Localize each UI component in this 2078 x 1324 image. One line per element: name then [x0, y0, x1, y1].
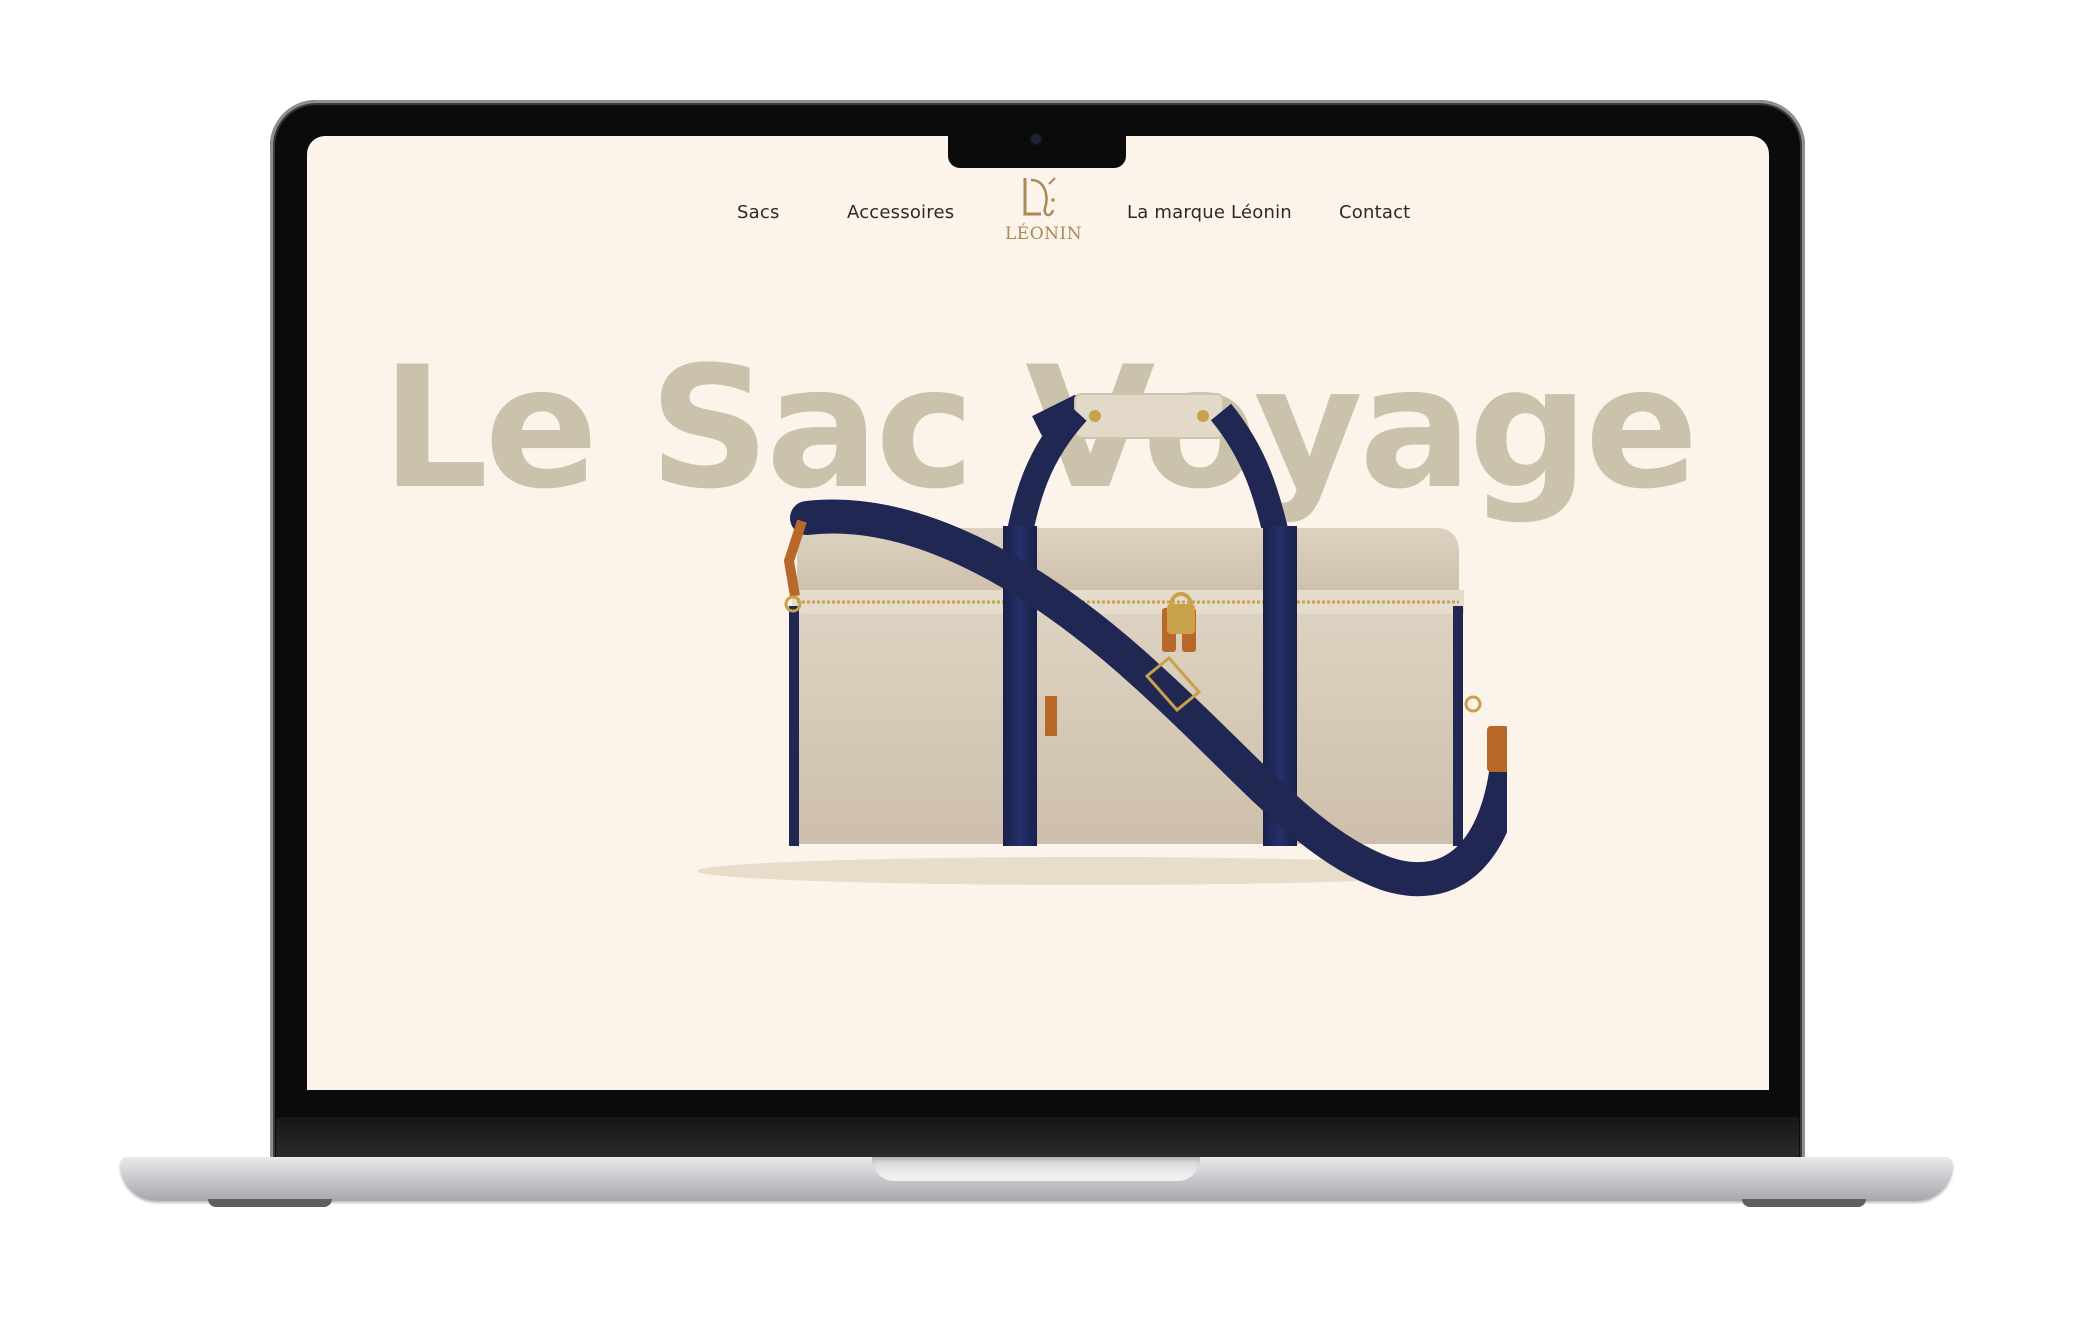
logo-wordmark: LÉONIN: [1005, 224, 1083, 244]
laptop-mockup: Sacs Accessoires LÉONIN La marque Léonin…: [0, 0, 2078, 1324]
nav-item-contact[interactable]: Contact: [1339, 202, 1410, 223]
screen-bottom-bezel: [276, 1117, 1799, 1157]
travel-bag-image: [697, 393, 1507, 897]
webcam-icon: [1031, 134, 1041, 144]
website-screen: Sacs Accessoires LÉONIN La marque Léonin…: [307, 136, 1769, 1090]
nav-item-la-marque-leonin[interactable]: La marque Léonin: [1127, 202, 1292, 223]
trackpad-notch: [872, 1157, 1200, 1181]
laptop-foot-right: [1742, 1199, 1866, 1207]
nav-item-sacs[interactable]: Sacs: [737, 202, 780, 223]
nav-item-accessoires[interactable]: Accessoires: [847, 202, 954, 223]
leonin-logo[interactable]: LÉONIN: [1005, 174, 1083, 248]
laptop-foot-left: [208, 1199, 332, 1207]
leonin-monogram-icon: [1023, 177, 1056, 217]
